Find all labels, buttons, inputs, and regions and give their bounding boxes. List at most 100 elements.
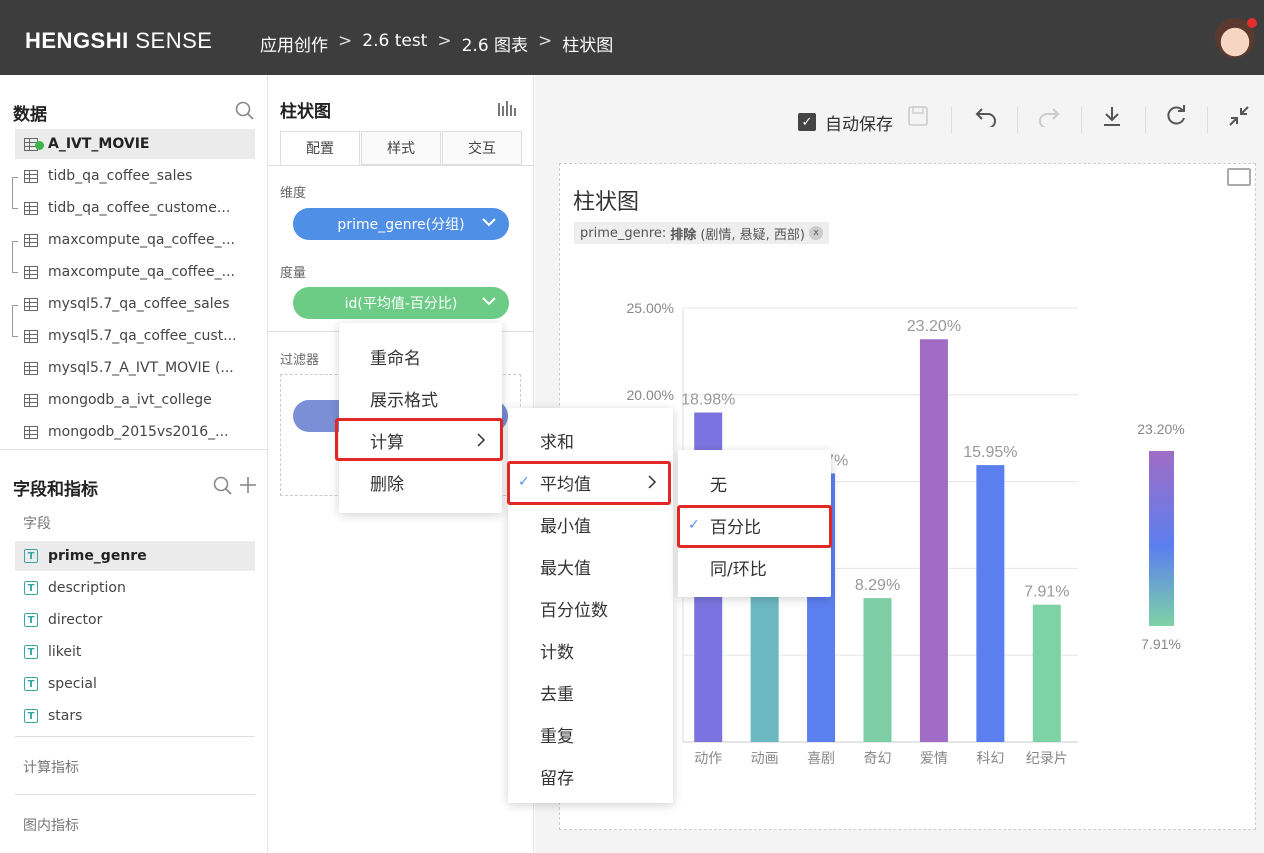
filter-label: 过滤器: [280, 353, 320, 368]
config-tabs: 配置 样式 交互: [280, 131, 523, 165]
divider: [268, 165, 534, 166]
dataset-item[interactable]: mysql5.7_A_IVT_MOVIE (...: [15, 353, 255, 383]
toolbar-divider: [1017, 107, 1018, 133]
toolbar-divider: [1081, 107, 1082, 133]
dataset-item[interactable]: A_IVT_MOVIE: [15, 129, 255, 159]
dataset-item[interactable]: tidb_qa_coffee_custome...: [15, 193, 255, 223]
tab-config[interactable]: 配置: [280, 131, 360, 165]
toolbar: ✓ 自动保存: [535, 105, 1264, 137]
field-item[interactable]: Tstars: [15, 701, 255, 731]
bar: [976, 465, 1005, 742]
bar-chart-icon[interactable]: [497, 99, 517, 117]
fields-title: 字段和指标: [13, 480, 98, 500]
x-tick-label: 科幻: [976, 750, 1004, 766]
measure-pill[interactable]: id(平均值-百分比): [293, 287, 509, 319]
dataset-item[interactable]: maxcompute_qa_coffee_...: [15, 225, 255, 255]
dataset-item[interactable]: mysql5.7_qa_coffee_cust...: [15, 321, 255, 351]
bar: [1032, 604, 1061, 742]
highlight-box: [677, 505, 832, 548]
text-field-icon: T: [24, 677, 38, 691]
field-item[interactable]: Tprime_genre: [15, 541, 255, 571]
table-icon: [24, 201, 38, 215]
table-icon: [24, 393, 38, 407]
data-panel: 数据 A_IVT_MOVIE tidb_qa_coffee_sales tidb…: [0, 75, 268, 853]
menu-item-yoy[interactable]: 同/环比: [678, 550, 831, 584]
dataset-item[interactable]: mongodb_a_ivt_college: [15, 385, 255, 415]
table-icon: [24, 425, 38, 439]
text-field-icon: T: [24, 581, 38, 595]
search-icon[interactable]: [235, 101, 255, 121]
table-icon: [24, 297, 38, 311]
x-tick-label: 动作: [694, 750, 722, 766]
fields-label: 字段: [23, 516, 51, 532]
dimension-pill[interactable]: prime_genre(分组): [293, 208, 509, 240]
chevron-down-icon[interactable]: [481, 214, 497, 230]
menu-item-percentile[interactable]: 百分位数: [508, 591, 673, 625]
breadcrumb-item[interactable]: 应用创作: [260, 31, 328, 56]
table-icon: [24, 265, 38, 279]
add-icon[interactable]: [238, 475, 258, 495]
x-tick-label: 纪录片: [1026, 750, 1068, 766]
divider: [15, 736, 255, 737]
dataset-item[interactable]: tidb_qa_coffee_sales: [15, 161, 255, 191]
top-bar: HENGSHI SENSE 应用创作 > 2.6 test > 2.6 图表 > 柱状…: [0, 0, 1264, 75]
measure-label: 度量: [280, 266, 307, 281]
menu-item-none[interactable]: 无: [678, 466, 831, 500]
x-tick-label: 动画: [751, 750, 779, 766]
breadcrumb-item[interactable]: 2.6 图表: [462, 31, 528, 56]
text-field-icon: T: [24, 645, 38, 659]
chart-metrics-label[interactable]: 图内指标: [23, 815, 79, 835]
highlight-box: [335, 418, 503, 461]
tab-interaction[interactable]: 交互: [442, 131, 522, 165]
divider: [15, 794, 255, 795]
dimension-label: 维度: [280, 186, 307, 201]
dataset-item[interactable]: mysql5.7_qa_coffee_sales: [15, 289, 255, 319]
field-item[interactable]: Tdescription: [15, 573, 255, 603]
notification-dot: [1247, 18, 1257, 28]
table-icon: [24, 233, 38, 247]
field-item[interactable]: Tdirector: [15, 605, 255, 635]
field-item[interactable]: Tspecial: [15, 669, 255, 699]
collapse-icon[interactable]: [1228, 105, 1250, 127]
status-dot: [35, 141, 44, 150]
dataset-item[interactable]: mongodb_2015vs2016_...: [15, 417, 255, 447]
tab-style[interactable]: 样式: [361, 131, 441, 165]
menu-item-retention[interactable]: 留存: [508, 759, 673, 793]
legend-max-label: 23.20%: [1137, 421, 1184, 437]
undo-icon[interactable]: [974, 105, 998, 127]
menu-item-rename[interactable]: 重命名: [339, 339, 502, 373]
calc-metrics-label[interactable]: 计算指标: [23, 757, 79, 777]
redo-icon[interactable]: [1037, 105, 1061, 127]
data-label: 23.20%: [907, 318, 961, 335]
menu-item-format[interactable]: 展示格式: [339, 381, 502, 415]
menu-item-distinct[interactable]: 去重: [508, 675, 673, 709]
breadcrumb-current: 柱状图: [562, 36, 614, 56]
data-label: 8.29%: [855, 577, 900, 594]
table-icon: [24, 361, 38, 375]
autosave-checkbox[interactable]: ✓: [798, 113, 816, 131]
menu-item-min[interactable]: 最小值: [508, 507, 673, 541]
avatar[interactable]: [1215, 18, 1257, 58]
refresh-icon[interactable]: [1165, 105, 1187, 127]
menu-item-repeat[interactable]: 重复: [508, 717, 673, 751]
menu-item-max[interactable]: 最大值: [508, 549, 673, 583]
table-icon: [24, 169, 38, 183]
y-tick-label: 20.00%: [627, 387, 674, 403]
search-icon[interactable]: [213, 476, 233, 496]
download-icon[interactable]: [1101, 105, 1123, 127]
table-icon: [24, 329, 38, 343]
data-label: 7.91%: [1024, 584, 1069, 601]
dataset-item[interactable]: maxcompute_qa_coffee_...: [15, 257, 255, 287]
data-title: 数据: [13, 105, 47, 125]
app-logo[interactable]: HENGSHI SENSE: [25, 28, 212, 54]
menu-item-sum[interactable]: 求和: [508, 423, 673, 457]
breadcrumb: 应用创作 > 2.6 test > 2.6 图表 > 柱状图: [260, 31, 614, 56]
toolbar-divider: [1145, 107, 1146, 133]
chevron-down-icon[interactable]: [481, 293, 497, 309]
menu-item-count[interactable]: 计数: [508, 633, 673, 667]
x-tick-label: 喜剧: [807, 750, 835, 766]
save-icon[interactable]: [907, 105, 929, 127]
breadcrumb-item[interactable]: 2.6 test: [362, 31, 427, 56]
menu-item-delete[interactable]: 删除: [339, 465, 502, 499]
field-item[interactable]: Tlikeit: [15, 637, 255, 667]
